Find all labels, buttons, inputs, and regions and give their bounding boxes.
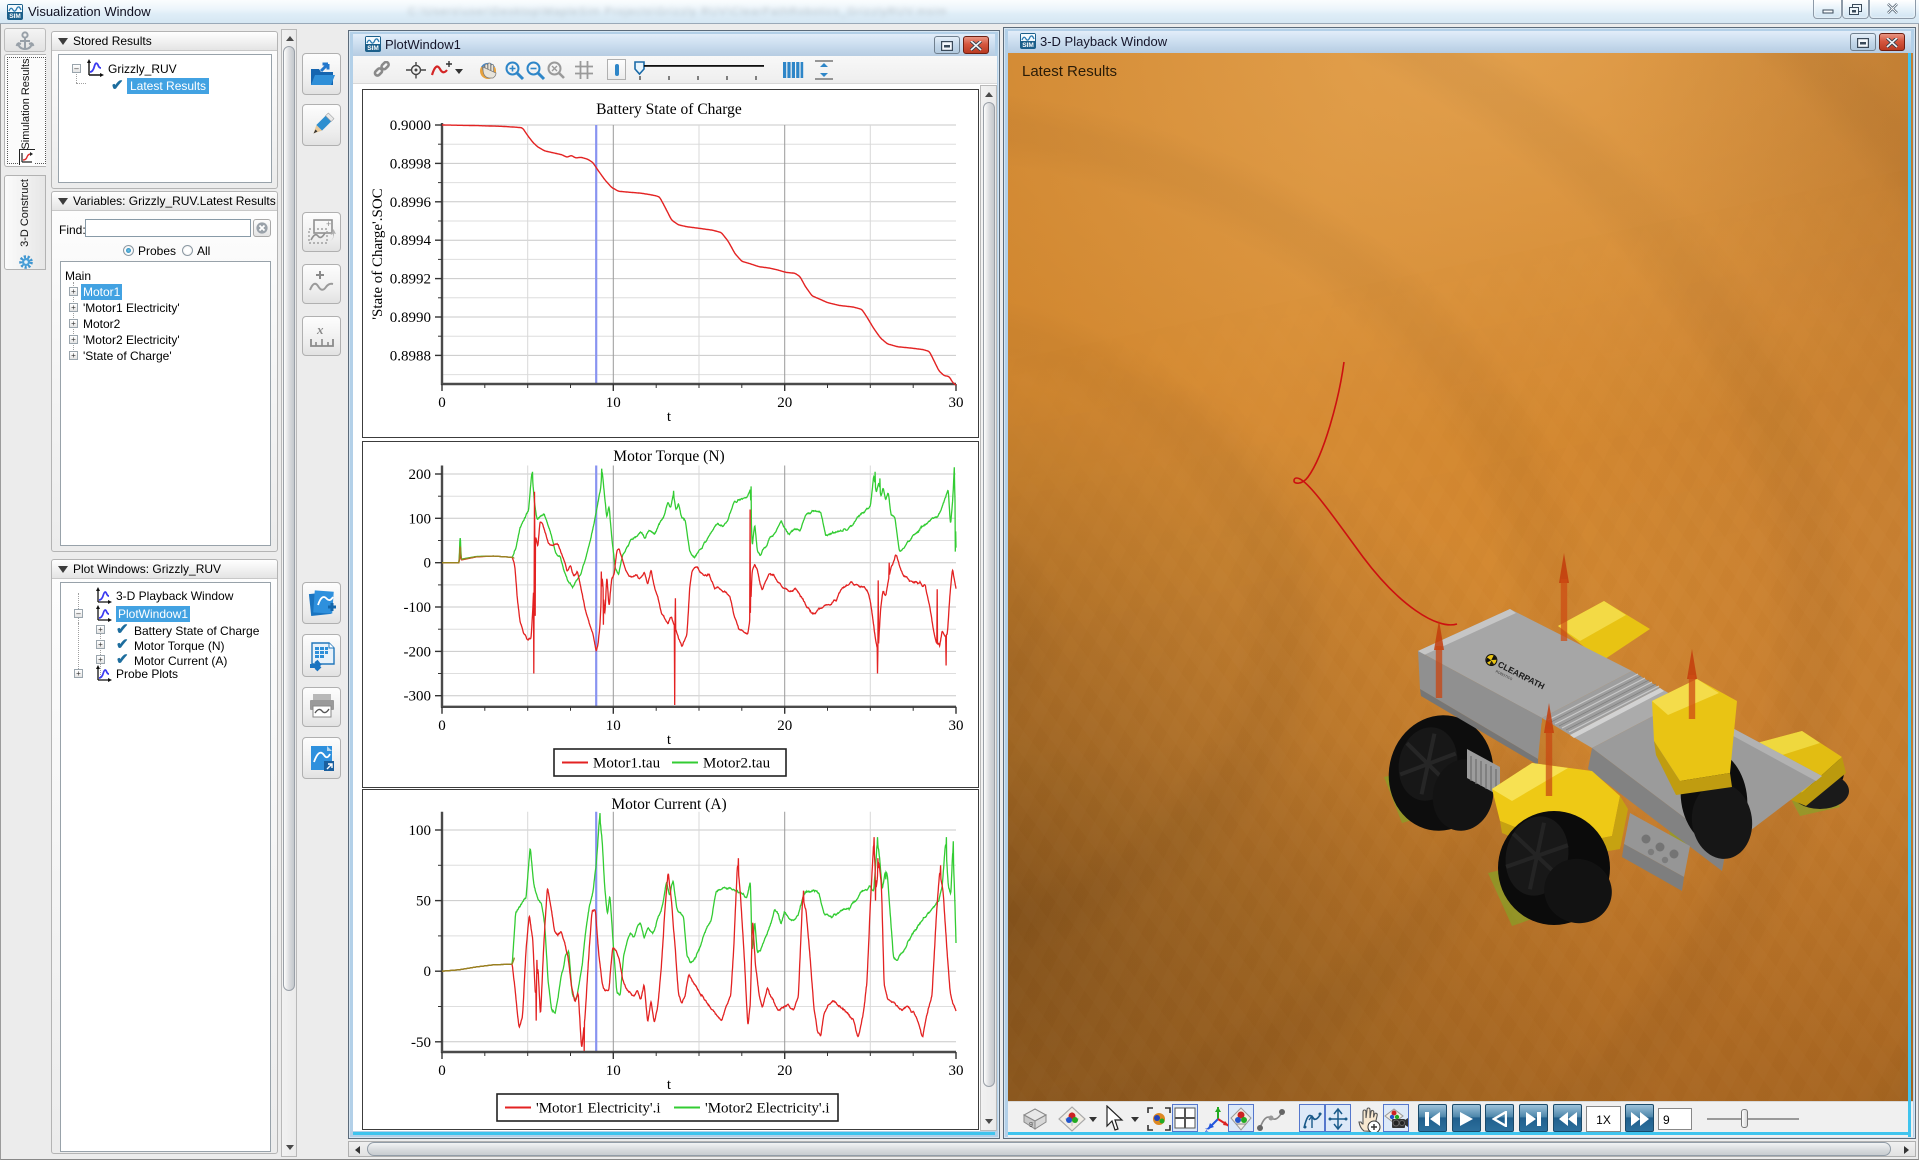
svg-text:-50: -50: [411, 1035, 431, 1051]
svg-text:0.8998: 0.8998: [390, 156, 431, 172]
svg-text:200: 200: [409, 467, 432, 483]
svg-text:x: x: [316, 322, 324, 337]
svg-text:20: 20: [777, 1063, 792, 1079]
svg-text:'Motor1 Electricity'.i: 'Motor1 Electricity'.i: [536, 1101, 661, 1117]
svg-text:10: 10: [606, 718, 621, 734]
svg-text:50: 50: [416, 894, 431, 910]
svg-text:20: 20: [777, 718, 792, 734]
svg-text:0: 0: [424, 964, 432, 980]
svg-text:'State of Charge'.SOC: 'State of Charge'.SOC: [370, 188, 386, 319]
svg-text:Motor1.tau: Motor1.tau: [593, 756, 661, 772]
svg-text:Motor Current (A): Motor Current (A): [611, 796, 726, 813]
svg-text:0: 0: [438, 1063, 446, 1079]
svg-text:-300: -300: [404, 689, 432, 705]
svg-text:100: 100: [409, 511, 432, 527]
svg-text:0.8992: 0.8992: [390, 272, 431, 288]
svg-text:SIM: SIM: [9, 13, 21, 20]
svg-text:10: 10: [606, 1063, 621, 1079]
svg-text:30: 30: [949, 1063, 964, 1079]
svg-text:'Motor2 Electricity'.i: 'Motor2 Electricity'.i: [705, 1101, 830, 1117]
svg-text:30: 30: [949, 718, 964, 734]
svg-text:-200: -200: [404, 644, 432, 660]
svg-text:20: 20: [777, 395, 792, 411]
svg-text:Battery State of Charge: Battery State of Charge: [596, 101, 742, 118]
svg-text:0.8994: 0.8994: [390, 233, 432, 249]
svg-text:0.8996: 0.8996: [390, 195, 432, 211]
svg-text:30: 30: [949, 395, 964, 411]
svg-text:Motor2.tau: Motor2.tau: [703, 756, 771, 772]
svg-text:0: 0: [424, 556, 432, 572]
svg-text:0: 0: [438, 718, 446, 734]
svg-text:0: 0: [438, 395, 446, 411]
svg-text:0.8988: 0.8988: [390, 348, 431, 364]
svg-text:Motor Torque (N): Motor Torque (N): [613, 448, 724, 465]
svg-text:SIM: SIM: [1022, 42, 1034, 49]
svg-text:0.8990: 0.8990: [390, 310, 431, 326]
svg-text:10: 10: [606, 395, 621, 411]
svg-text:SIM: SIM: [367, 45, 379, 52]
svg-text:0.9000: 0.9000: [390, 118, 431, 134]
svg-text:-100: -100: [404, 600, 432, 616]
svg-text:+: +: [326, 219, 331, 229]
svg-text:100: 100: [409, 823, 432, 839]
